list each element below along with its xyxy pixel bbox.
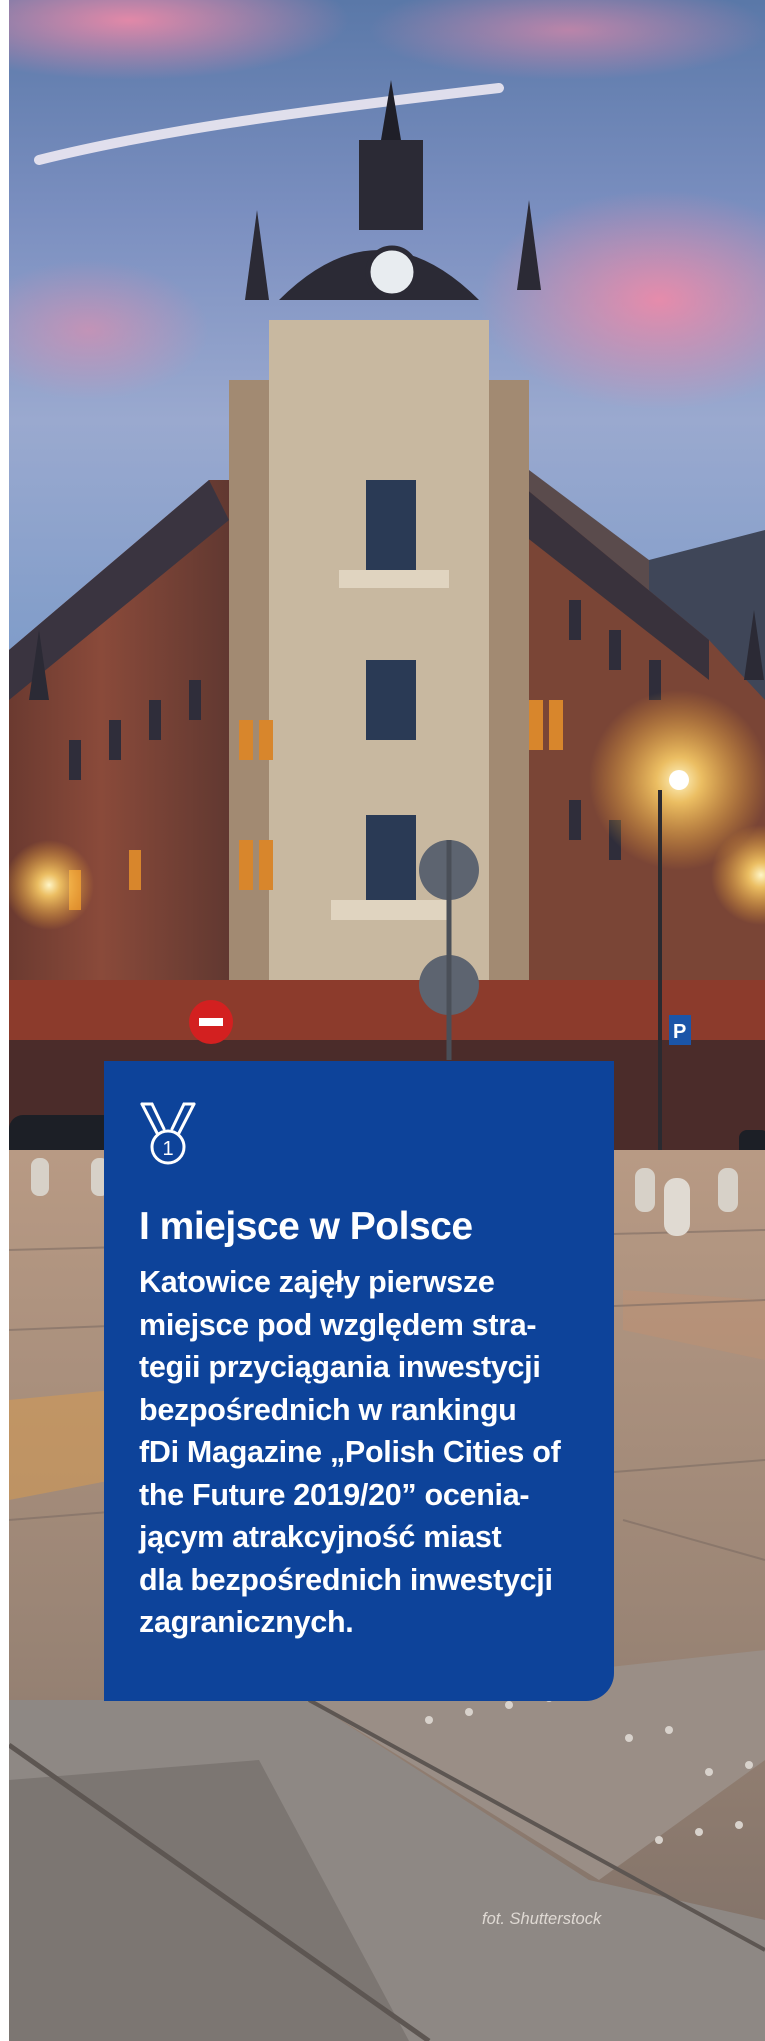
- medal-icon: 1: [140, 1102, 196, 1165]
- info-card: 1 I miejsce w Polsce Katowice zajęły pie…: [104, 1061, 614, 1701]
- card-body-line: tegii przyciągania inwestycji: [139, 1350, 541, 1384]
- card-body: Katowice zajęły pierwsze miejsce pod wzg…: [139, 1261, 578, 1644]
- parking-sign: P: [673, 1021, 686, 1043]
- medal-number: 1: [162, 1138, 173, 1160]
- card-body-line: bezpośrednich w rankingu: [139, 1392, 517, 1427]
- card-body-line: zagranicznych.: [139, 1605, 354, 1639]
- card-heading: I miejsce w Polsce: [139, 1205, 473, 1248]
- city-building-photo: P: [9, 0, 765, 2041]
- photo-credit: fot. Shutterstock: [482, 1910, 602, 1928]
- card-body-line: jącym atrakcyjność miast: [139, 1520, 502, 1554]
- background-photo: P: [9, 0, 765, 2041]
- card-body-line: fDi Magazine „Polish Cities of: [139, 1435, 561, 1469]
- card-body-line: the Future 2019/20” ocenia-: [139, 1477, 530, 1512]
- card-body-line: dla bezpośrednich inwestycji: [139, 1562, 553, 1597]
- card-body-line: Katowice zajęły pierwsze: [139, 1265, 495, 1299]
- page: P 1 I miejsce w Polsce Katowice zajęły p…: [0, 0, 765, 2041]
- card-body-line: miejsce pod względem stra-: [139, 1307, 537, 1342]
